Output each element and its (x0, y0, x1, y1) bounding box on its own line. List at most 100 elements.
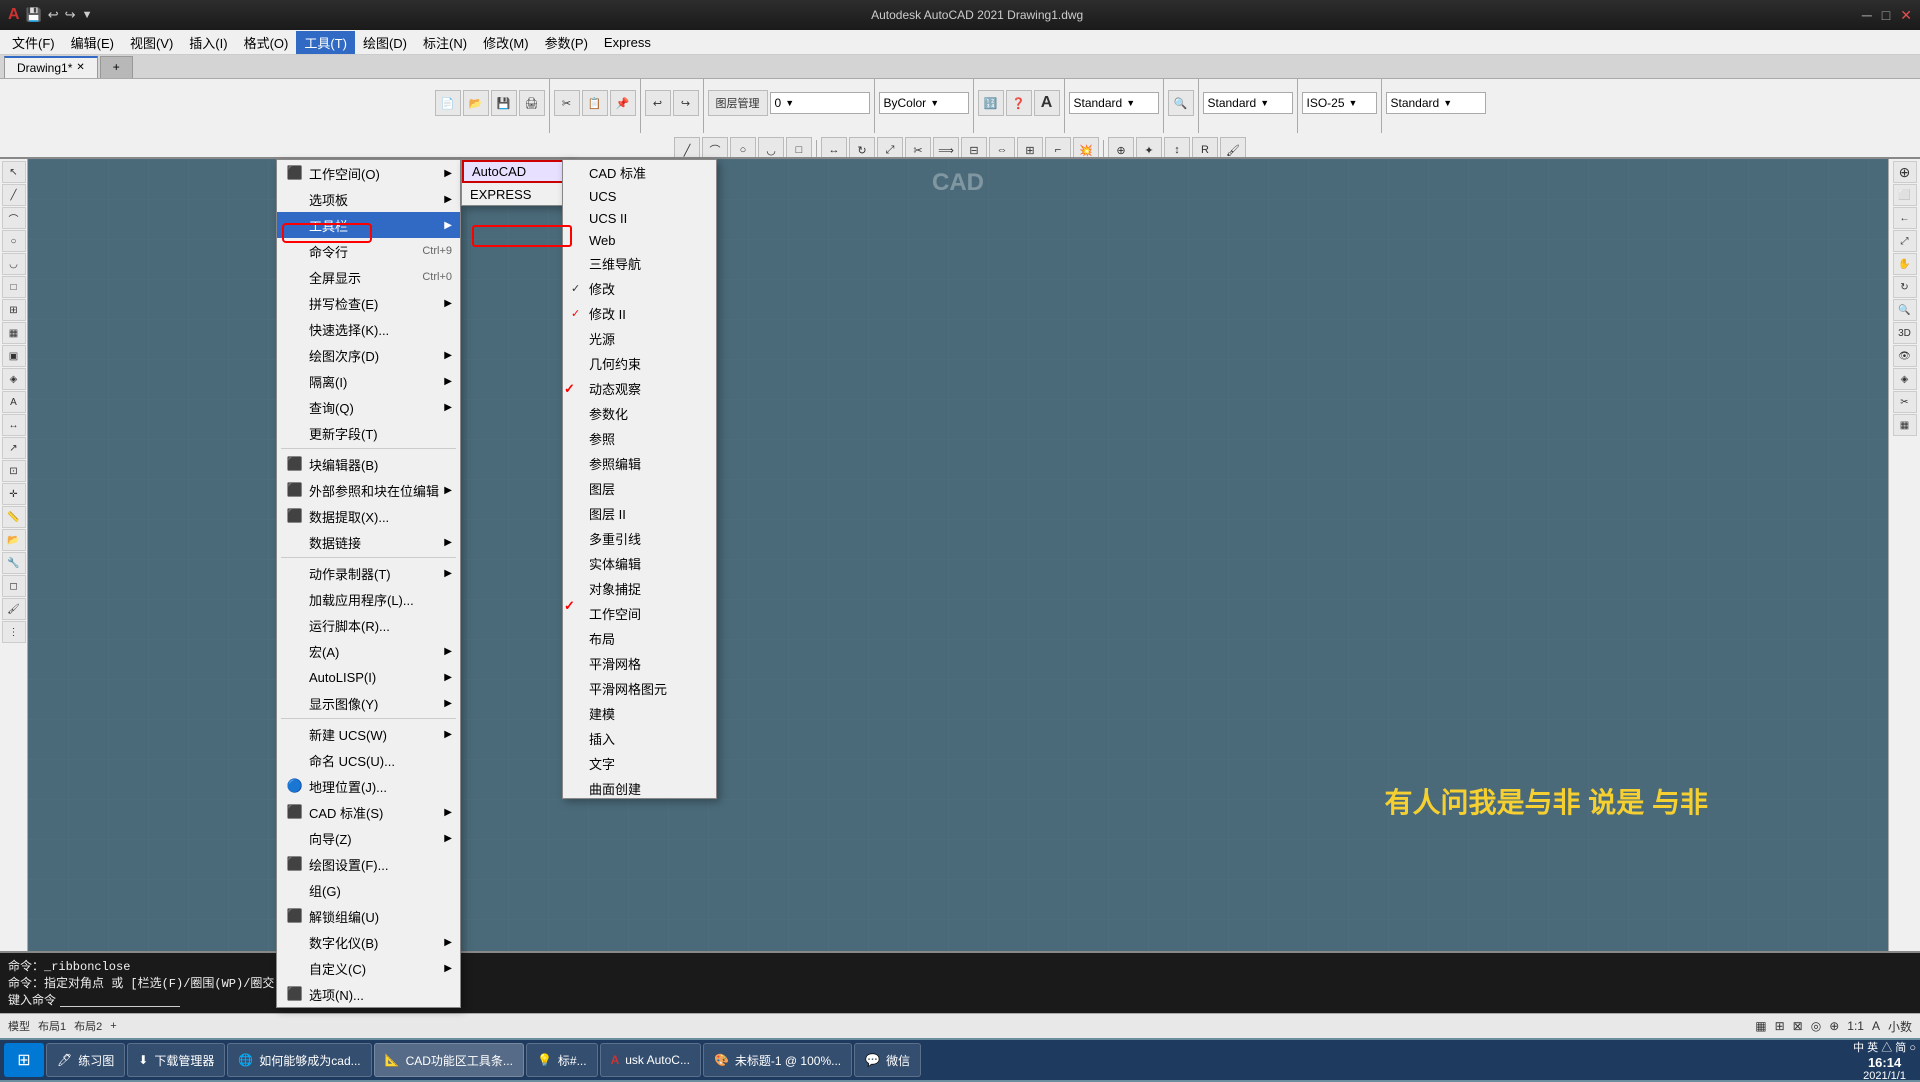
rt-trim[interactable]: ✂ (1893, 391, 1917, 413)
lt-snap[interactable]: ✛ (2, 483, 26, 505)
quick-save[interactable]: 💾 (26, 7, 42, 23)
text-btn[interactable]: A (1034, 90, 1060, 116)
ts-objsnap[interactable]: 对象捕捉 (563, 576, 716, 601)
lt-polyline[interactable]: ⌒ (2, 207, 26, 229)
fillet-btn[interactable]: ⌐ (1045, 137, 1071, 159)
status-ortho[interactable]: ⊠ (1793, 1019, 1803, 1033)
line-btn[interactable]: ╱ (674, 137, 700, 159)
mirror-btn[interactable]: ⇔ (989, 137, 1015, 159)
arc-btn[interactable]: ◡ (758, 137, 784, 159)
lt-dist[interactable]: 📏 (2, 506, 26, 528)
ts-cad-std[interactable]: CAD 标准 (563, 160, 716, 185)
rt-snap[interactable]: ⊕ (1893, 161, 1917, 183)
layout-model[interactable]: 模型 (8, 1018, 30, 1034)
dd-macro[interactable]: 宏(A) ▶ (277, 638, 460, 664)
ts-smoothmesh[interactable]: 平滑网格 (563, 651, 716, 676)
dd-newucs[interactable]: 新建 UCS(W) ▶ (277, 721, 460, 747)
dd-datalink[interactable]: 数据链接 ▶ (277, 529, 460, 555)
maximize-btn[interactable]: □ (1882, 7, 1890, 24)
lt-tolerance[interactable]: ⊡ (2, 460, 26, 482)
lt-dim[interactable]: ↔ (2, 414, 26, 436)
dd-digitizer[interactable]: 数字化仪(B) ▶ (277, 929, 460, 955)
dd-runscript[interactable]: 运行脚本(R)... (277, 612, 460, 638)
lt-text[interactable]: A (2, 391, 26, 413)
dd-geoloc[interactable]: 🔵 地理位置(J)... (277, 773, 460, 799)
dd-fullscreen[interactable]: 全屏显示 Ctrl+0 (277, 264, 460, 290)
menu-tools[interactable]: 工具(T) (296, 31, 355, 54)
tab-drawing1[interactable]: Drawing1* ✕ (4, 56, 98, 78)
lt-hatch[interactable]: ▦ (2, 322, 26, 344)
rt-3d[interactable]: 3D (1893, 322, 1917, 344)
lt-more[interactable]: ⋮ (2, 621, 26, 643)
ts-layer[interactable]: 图层 (563, 476, 716, 501)
menu-file[interactable]: 文件(F) (4, 31, 63, 54)
lt-rect[interactable]: □ (2, 276, 26, 298)
taskbar-wechat[interactable]: 💬 微信 (854, 1043, 921, 1077)
layer-manager-btn[interactable]: 图层管理 (708, 90, 768, 116)
scale-btn[interactable]: ⤢ (877, 137, 903, 159)
tab-new[interactable]: + (100, 56, 133, 78)
ts-web[interactable]: Web (563, 229, 716, 251)
lt-circle[interactable]: ○ (2, 230, 26, 252)
menu-edit[interactable]: 编辑(E) (63, 31, 122, 54)
dd-xref[interactable]: ⬛ 外部参照和块在位编辑 ▶ (277, 477, 460, 503)
tab-close-icon[interactable]: ✕ (76, 62, 84, 73)
ts-modeling[interactable]: 建模 (563, 701, 716, 726)
select-btn[interactable]: ↖ (2, 161, 26, 183)
dd-drawsettings[interactable]: ⬛ 绘图设置(F)... (277, 851, 460, 877)
dd-customize[interactable]: 自定义(C) ▶ (277, 955, 460, 981)
calc-btn[interactable]: 🔢 (978, 90, 1004, 116)
help-btn[interactable]: ❓ (1006, 90, 1032, 116)
menu-express[interactable]: Express (596, 33, 659, 52)
taskbar-sketch[interactable]: 🖊 练习图 (46, 1043, 125, 1077)
ts-surfcreate[interactable]: 曲面创建 (563, 776, 716, 799)
more-btn[interactable]: ▼ (82, 9, 93, 21)
lt-line[interactable]: ╱ (2, 184, 26, 206)
taskbar-download[interactable]: ⬇ 下载管理器 (127, 1043, 225, 1077)
undo-btn[interactable]: ↩ (48, 7, 59, 23)
close-btn[interactable]: ✕ (1900, 7, 1912, 24)
menu-view[interactable]: 视图(V) (122, 31, 181, 54)
dd-isolate[interactable]: 隔离(I) ▶ (277, 368, 460, 394)
snap-point-btn[interactable]: ✦ (1136, 137, 1162, 159)
status-small[interactable]: 小数 (1888, 1018, 1912, 1035)
ts-multileader[interactable]: 多重引线 (563, 526, 716, 551)
trim-btn[interactable]: ✂ (905, 137, 931, 159)
lt-gradient[interactable]: ▣ (2, 345, 26, 367)
zoom-btn[interactable]: 🔍 (1168, 90, 1194, 116)
standard3-dropdown[interactable]: Standard ▼ (1386, 92, 1486, 114)
ts-text[interactable]: 文字 (563, 751, 716, 776)
menu-insert[interactable]: 插入(I) (181, 31, 235, 54)
save-btn[interactable]: 💾 (491, 90, 517, 116)
rt-zoom-prev[interactable]: ← (1893, 207, 1917, 229)
ts-ucs[interactable]: UCS (563, 185, 716, 207)
ts-refedit[interactable]: 参照编辑 (563, 451, 716, 476)
rt-pan[interactable]: ✋ (1893, 253, 1917, 275)
dd-blockeditor[interactable]: ⬛ 块编辑器(B) (277, 451, 460, 477)
ts-layer2[interactable]: 图层 II (563, 501, 716, 526)
dim-linear-btn[interactable]: ↕ (1164, 137, 1190, 159)
dd-unlockgroup[interactable]: ⬛ 解锁组编(U) (277, 903, 460, 929)
layer-dropdown[interactable]: 0 ▼ (770, 92, 870, 114)
move-btn[interactable]: ↔ (821, 137, 847, 159)
taskbar-browser[interactable]: 🌐 如何能够成为cad... (227, 1043, 371, 1077)
dd-wizard[interactable]: 向导(Z) ▶ (277, 825, 460, 851)
dd-autolisp[interactable]: AutoLISP(I) ▶ (277, 664, 460, 690)
ts-light[interactable]: 光源 (563, 326, 716, 351)
ts-ref[interactable]: 参照 (563, 426, 716, 451)
status-scale[interactable]: 1:1 (1847, 1019, 1864, 1033)
dd-quickselect[interactable]: 快速选择(K)... (277, 316, 460, 342)
ts-3dnav[interactable]: 三维导航 (563, 251, 716, 276)
rt-visual[interactable]: ◈ (1893, 368, 1917, 390)
ts-layout[interactable]: 布局 (563, 626, 716, 651)
rt-more2[interactable]: ▦ (1893, 414, 1917, 436)
dd-workspace[interactable]: ⬛ 工作空间(O) ▶ (277, 160, 460, 186)
rt-zoom-ext[interactable]: ⤢ (1893, 230, 1917, 252)
status-polar[interactable]: ◎ (1811, 1019, 1821, 1033)
match-prop-btn[interactable]: 🖌 (1220, 137, 1246, 159)
ts-ucs2[interactable]: UCS II (563, 207, 716, 229)
status-osnap[interactable]: ⊕ (1829, 1019, 1839, 1033)
new-file-btn[interactable]: 📄 (435, 90, 461, 116)
dd-cmdline[interactable]: 命令行 Ctrl+9 (277, 238, 460, 264)
dd-query[interactable]: 查询(Q) ▶ (277, 394, 460, 420)
